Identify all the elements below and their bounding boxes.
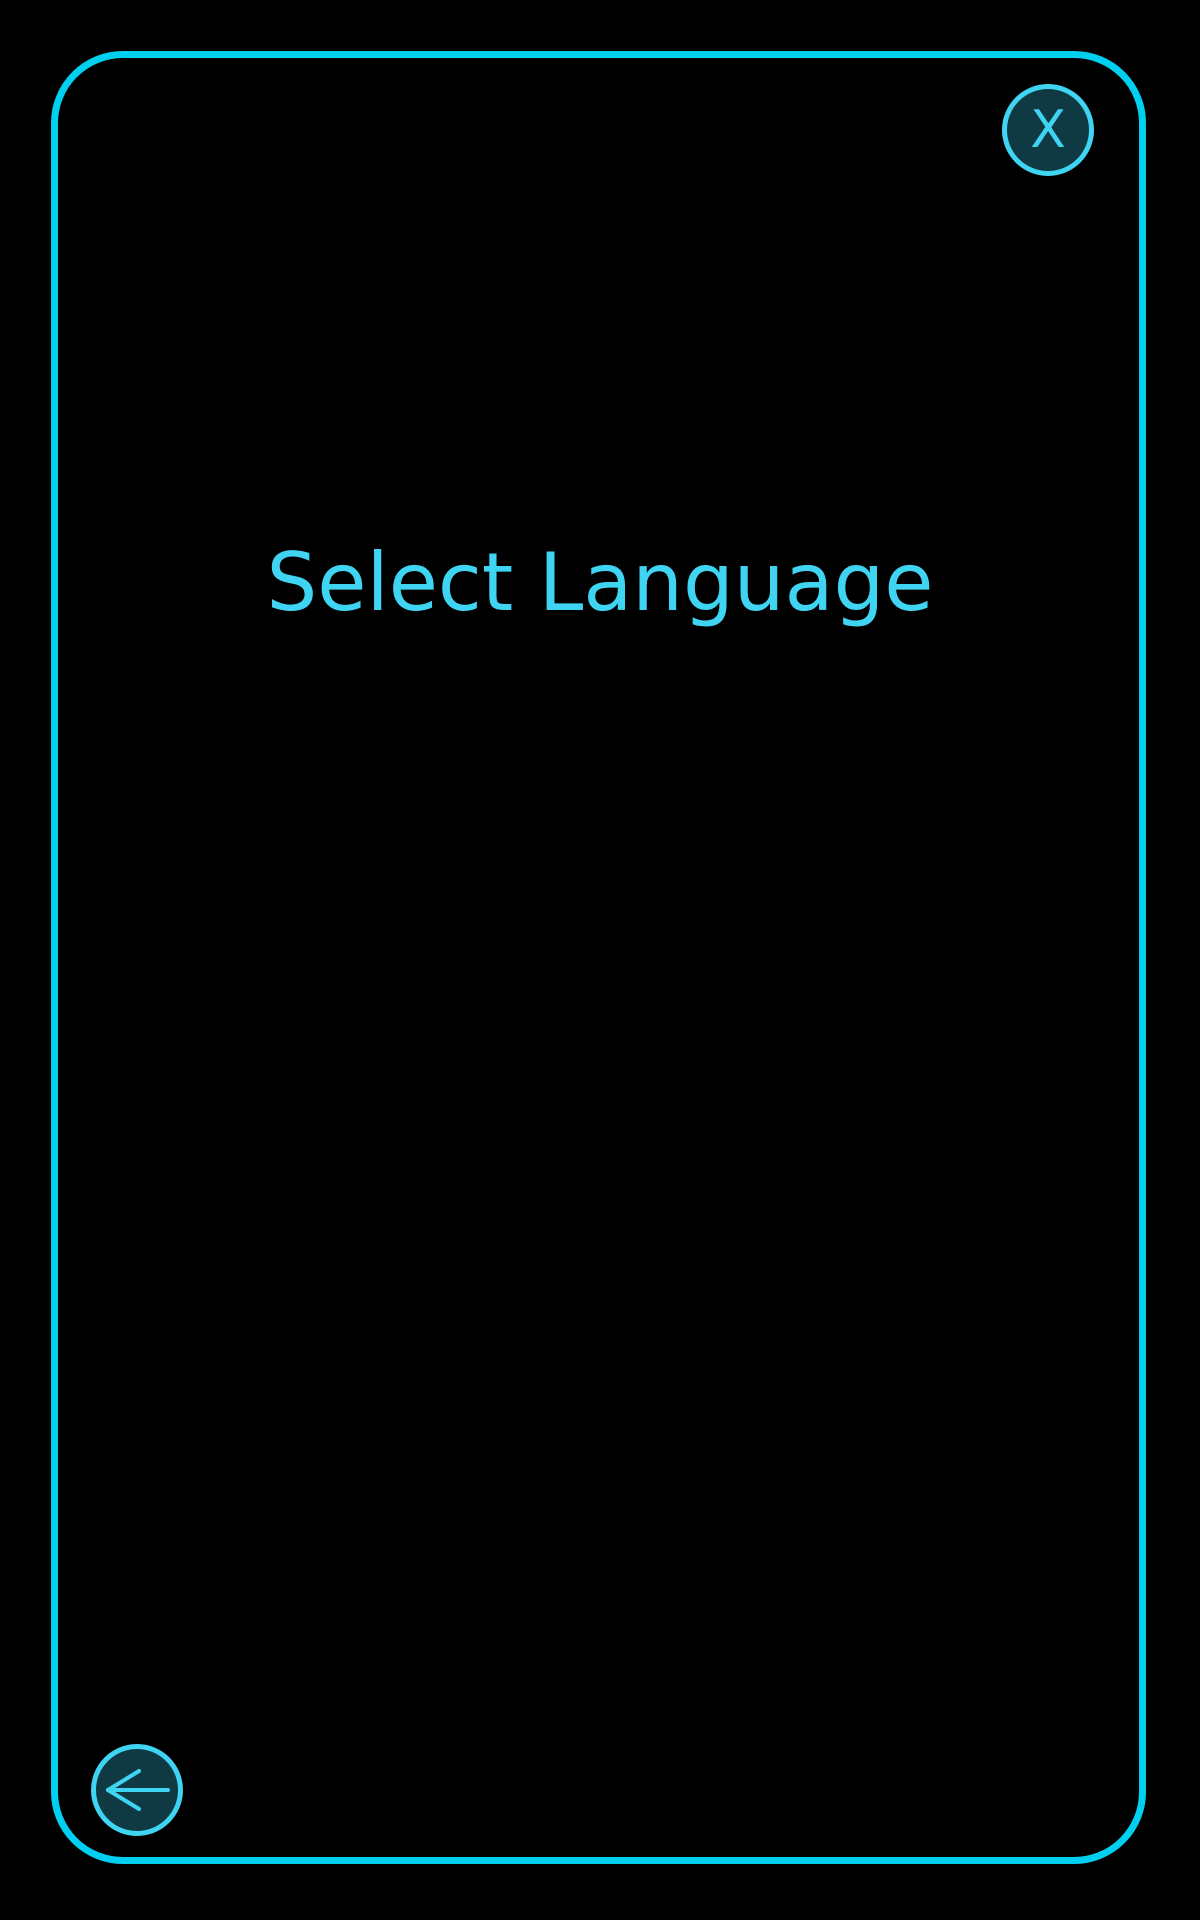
back-button[interactable]: [91, 1744, 183, 1836]
panel-frame: [51, 51, 1146, 1864]
page-title: Select Language: [266, 536, 934, 629]
close-button[interactable]: X: [1002, 84, 1094, 176]
arrow-left-icon: [106, 1769, 170, 1811]
language-select-screen: Select Language X: [0, 0, 1200, 1920]
svg-text:X: X: [1030, 100, 1066, 160]
close-icon: X: [1030, 100, 1066, 160]
